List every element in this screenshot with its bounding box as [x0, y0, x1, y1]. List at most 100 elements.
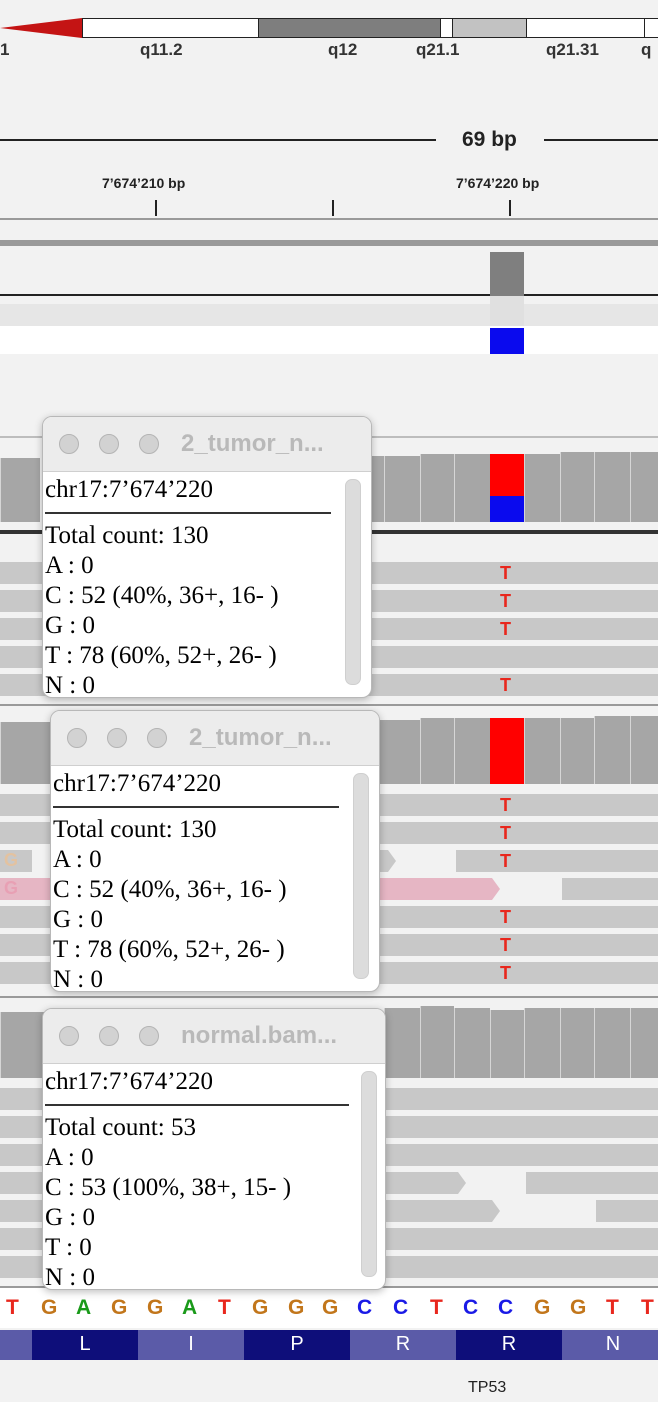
aligned-read — [526, 1172, 658, 1194]
span-line-left — [0, 139, 436, 141]
popup-count-t: T : 78 (60%, 52+, 26- ) — [53, 936, 285, 963]
popup-count-a: A : 0 — [45, 1144, 94, 1171]
popup-titlebar[interactable]: normal.bam... — [43, 1009, 385, 1064]
coverage-bar-C — [490, 496, 524, 522]
sequence-base: G — [252, 1296, 269, 1319]
popup-total-count: Total count: 53 — [45, 1114, 197, 1141]
ruler-tick-label: 7’674’220 bp — [456, 175, 540, 191]
ruler-tick-label: 7’674’210 bp — [102, 175, 186, 191]
popup-total-count: Total count: 130 — [53, 816, 217, 843]
close-button[interactable] — [67, 728, 87, 748]
sequence-base: C — [393, 1296, 409, 1319]
read-base-g: G — [4, 850, 19, 870]
coverage-bar — [384, 456, 420, 522]
mismatch-base: T — [500, 963, 511, 983]
popup-scrollbar[interactable] — [345, 479, 361, 685]
popup-content: chr17:7’674’220 Total count: 130 A : 0 C… — [45, 473, 279, 697]
minimize-button[interactable] — [99, 434, 119, 454]
popup-count-g: G : 0 — [45, 1204, 95, 1231]
zoom-button[interactable] — [147, 728, 167, 748]
feature-light-block — [490, 296, 524, 326]
popup-title: normal.bam... — [181, 1022, 338, 1049]
popup-count-g: G : 0 — [53, 906, 103, 933]
popup-position: chr17:7’674’220 — [45, 476, 214, 503]
mismatch-base: T — [500, 619, 511, 639]
sequence-base: C — [498, 1296, 514, 1319]
popup-total-count: Total count: 130 — [45, 522, 209, 549]
zoom-button[interactable] — [139, 1026, 159, 1046]
popup-count-a: A : 0 — [45, 552, 94, 579]
sequence-base: A — [182, 1296, 198, 1319]
popup-window-normal[interactable]: normal.bam... chr17:7’674’220 Total coun… — [42, 1008, 386, 1290]
coverage-bar — [454, 454, 490, 522]
mismatch-base: T — [500, 823, 511, 843]
popup-position: chr17:7’674’220 — [53, 770, 222, 797]
ideogram-left-label: 1 — [0, 40, 10, 59]
gene-name[interactable]: TP53 — [468, 1379, 506, 1397]
coverage-bar — [0, 722, 50, 784]
popup-scrollbar[interactable] — [353, 773, 369, 979]
sequence-base: T — [218, 1296, 231, 1319]
popup-position: chr17:7’674’220 — [45, 1068, 214, 1095]
minimize-button[interactable] — [99, 1026, 119, 1046]
span-line-right — [544, 139, 658, 141]
mismatch-base: T — [500, 907, 511, 927]
mismatch-base: T — [500, 563, 511, 583]
aligned-read — [596, 1200, 658, 1222]
sequence-base: T — [606, 1296, 619, 1319]
coverage-bar-T — [490, 718, 524, 784]
amino-acid-label: N — [605, 1333, 621, 1355]
ruler-tick — [332, 200, 334, 216]
read-arrow-icon — [488, 878, 500, 900]
sequence-base: G — [41, 1296, 58, 1319]
popup-count-c: C : 53 (100%, 38+, 15- ) — [45, 1174, 292, 1201]
popup-titlebar[interactable]: 2_tumor_n... — [51, 711, 379, 766]
read-base-g: G — [4, 878, 19, 898]
coverage-bar — [594, 716, 630, 784]
coverage-bar — [454, 1008, 490, 1078]
feature-blue-block — [490, 328, 524, 354]
track-lower-band — [0, 304, 658, 326]
span-label: 69 bp — [462, 128, 517, 151]
coverage-bar — [420, 454, 454, 522]
popup-separator — [53, 806, 339, 808]
read-arrow-icon — [386, 850, 396, 872]
sequence-base: G — [147, 1296, 164, 1319]
sequence-base: G — [322, 1296, 339, 1319]
coverage-bar — [524, 454, 560, 522]
sequence-base: T — [641, 1296, 654, 1319]
mismatch-base: T — [500, 675, 511, 695]
popup-title: 2_tumor_n... — [189, 724, 332, 751]
track-border — [0, 996, 658, 998]
sequence-base: T — [430, 1296, 443, 1319]
coverage-bar — [454, 718, 490, 784]
popup-titlebar[interactable]: 2_tumor_n... — [43, 417, 371, 472]
aa-block — [0, 1330, 32, 1360]
popup-window-tumor-2[interactable]: 2_tumor_n... chr17:7’674’220 Total count… — [50, 710, 380, 992]
aligned-read — [456, 850, 658, 872]
read-arrow-icon — [488, 1200, 500, 1222]
band-label-q21-31: q21.31 — [546, 40, 599, 59]
popup-count-c: C : 52 (40%, 36+, 16- ) — [53, 876, 287, 903]
minimize-button[interactable] — [107, 728, 127, 748]
sequence-base: C — [463, 1296, 479, 1319]
close-button[interactable] — [59, 1026, 79, 1046]
close-button[interactable] — [59, 434, 79, 454]
popup-count-n: N : 0 — [53, 966, 103, 992]
coverage-bar — [594, 1008, 630, 1078]
ruler-tick — [509, 200, 511, 216]
band-q11-2 — [82, 18, 260, 38]
zoom-button[interactable] — [139, 434, 159, 454]
coverage-bar — [630, 452, 658, 522]
ruler-baseline — [0, 218, 658, 220]
popup-scrollbar[interactable] — [361, 1071, 377, 1277]
band-label-q12: q12 — [328, 40, 358, 59]
coverage-bar — [376, 720, 420, 784]
coverage-bar — [0, 1012, 44, 1078]
popup-count-n: N : 0 — [45, 1264, 95, 1290]
read-arrow-icon — [30, 822, 44, 844]
track-divider — [0, 240, 658, 246]
popup-window-tumor-1[interactable]: 2_tumor_n... chr17:7’674’220 Total count… — [42, 416, 372, 698]
coverage-bar — [560, 452, 594, 522]
popup-count-c: C : 52 (40%, 36+, 16- ) — [45, 582, 279, 609]
